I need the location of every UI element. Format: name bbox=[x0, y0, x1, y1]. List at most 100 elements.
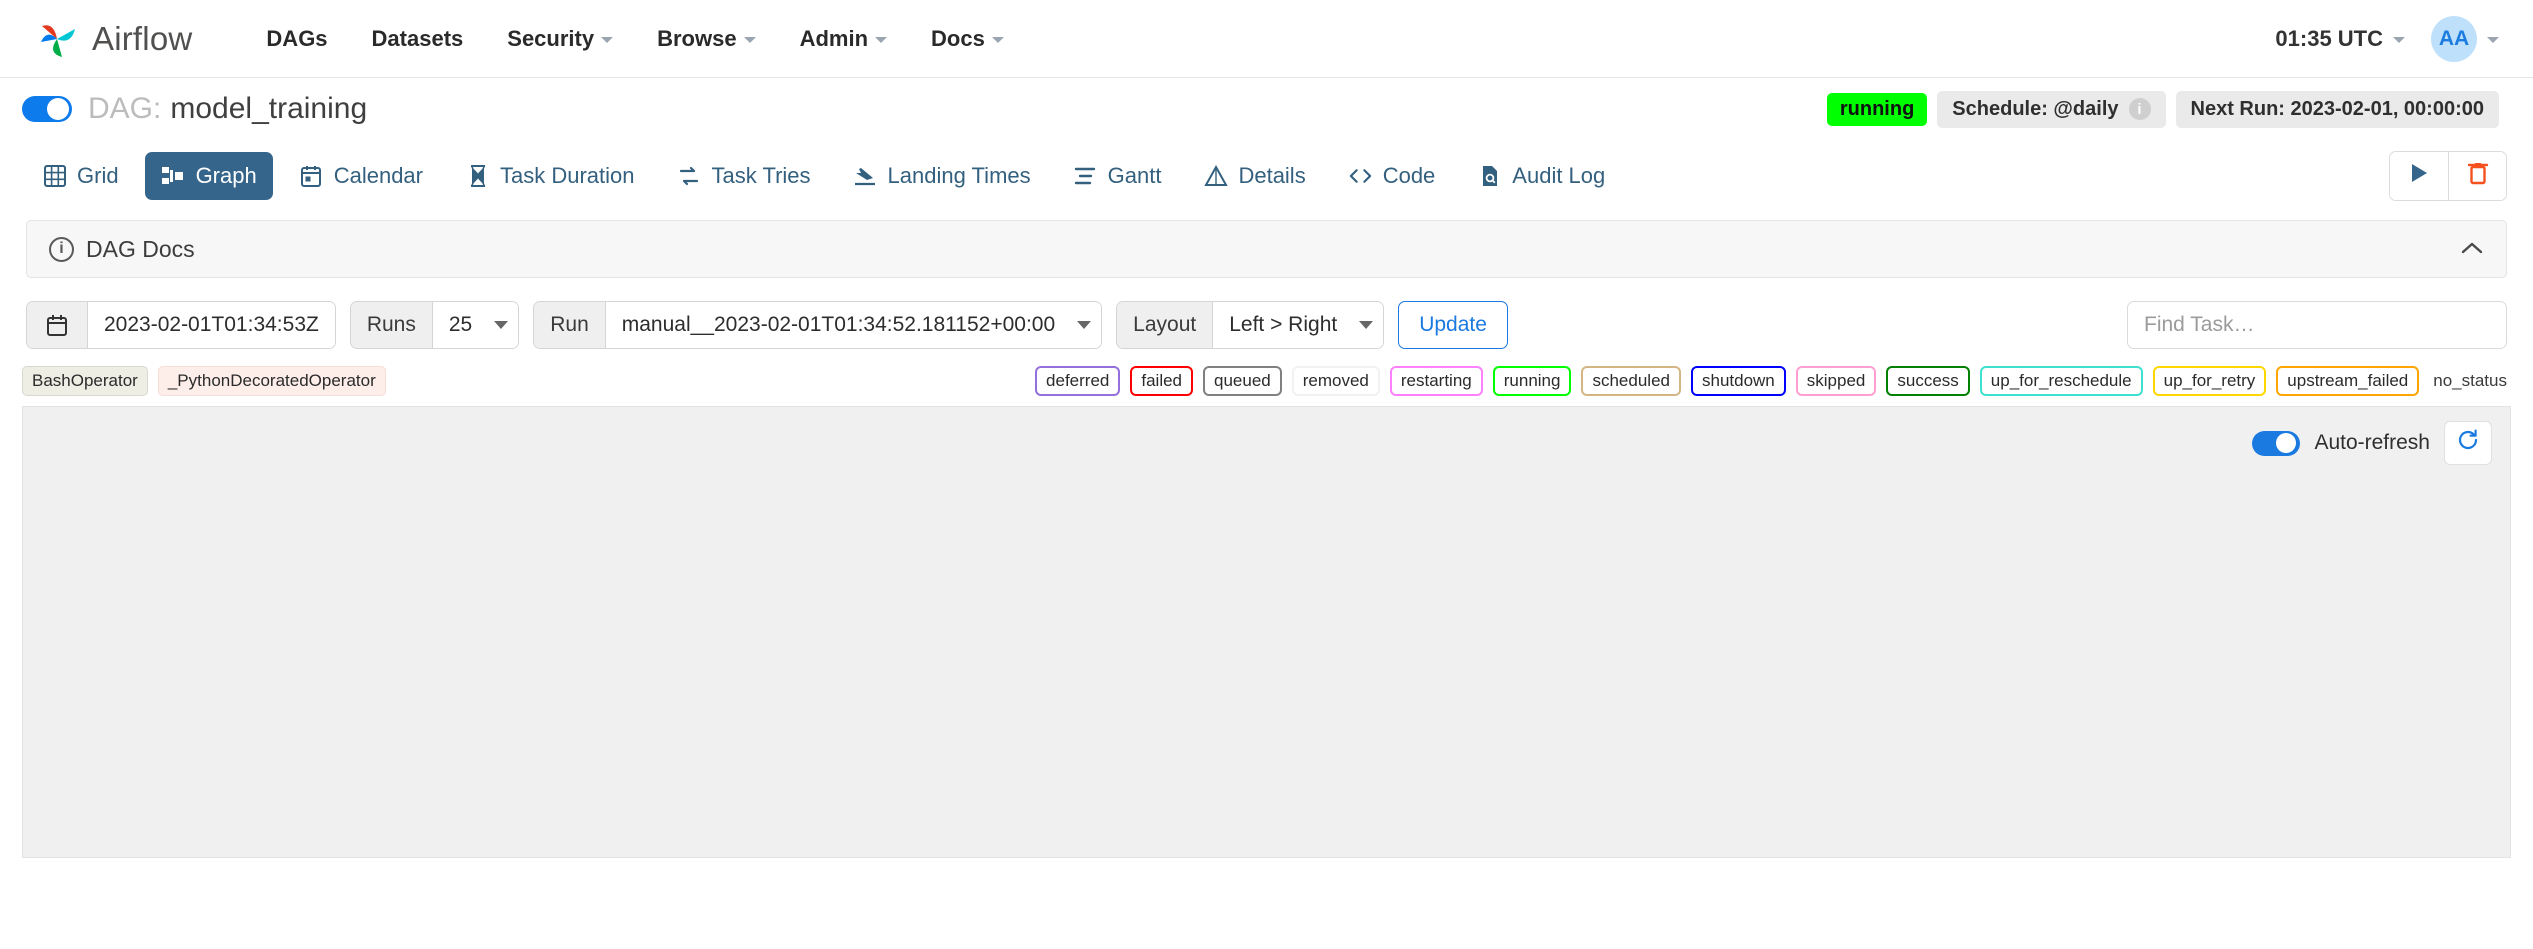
status-legend-shutdown[interactable]: shutdown bbox=[1690, 366, 1786, 396]
layout-value: Left > Right bbox=[1229, 313, 1338, 336]
dag-header: DAG: model_training running Schedule: @d… bbox=[0, 78, 2533, 140]
status-legend-label: skipped bbox=[1806, 371, 1866, 390]
navbar-right: 01:35 UTC AA bbox=[2275, 15, 2499, 62]
status-legend-label: deferred bbox=[1046, 371, 1110, 390]
nav-item-label: Docs bbox=[931, 25, 985, 51]
auto-refresh-toggle[interactable] bbox=[2252, 430, 2301, 456]
retry-icon bbox=[677, 164, 702, 189]
tab-gantt[interactable]: Gantt bbox=[1057, 152, 1178, 200]
tab-label: Audit Log bbox=[1512, 163, 1606, 188]
calendar-icon bbox=[299, 164, 324, 189]
tab-details[interactable]: Details bbox=[1187, 152, 1321, 200]
nav-item-label: DAGs bbox=[266, 25, 328, 51]
runs-value: 25 bbox=[448, 313, 473, 336]
calendar-icon bbox=[43, 313, 71, 337]
nav-item-label: Datasets bbox=[371, 25, 464, 51]
status-legend-up-for-retry[interactable]: up_for_retry bbox=[2152, 366, 2267, 396]
timezone-selector[interactable]: 01:35 UTC bbox=[2275, 26, 2405, 52]
calendar-picker-button[interactable] bbox=[27, 302, 88, 348]
status-legend-label: upstream_failed bbox=[2287, 371, 2409, 390]
status-legend-running[interactable]: running bbox=[1492, 366, 1572, 396]
status-legend-removed[interactable]: removed bbox=[1291, 366, 1380, 396]
chevron-down-icon bbox=[1359, 321, 1374, 329]
status-legend-upstream-failed[interactable]: upstream_failed bbox=[2276, 366, 2420, 396]
layout-select[interactable]: Left > Right bbox=[1213, 302, 1384, 348]
graph-canvas[interactable]: Auto-refresh load_data_from_warehouse tr… bbox=[22, 406, 2511, 858]
nav-item-label: Browse bbox=[657, 25, 737, 51]
tab-code[interactable]: Code bbox=[1332, 152, 1452, 200]
tab-label: Code bbox=[1382, 163, 1436, 188]
runs-label-text: Runs bbox=[366, 313, 416, 336]
tab-task-duration[interactable]: Task Duration bbox=[449, 152, 651, 200]
run-select[interactable]: manual__2023-02-01T01:34:52.181152+00:00 bbox=[605, 302, 1102, 348]
chevron-down-icon bbox=[743, 37, 756, 43]
tab-task-tries[interactable]: Task Tries bbox=[661, 152, 827, 200]
delete-dag-button[interactable] bbox=[2448, 152, 2506, 200]
tab-calendar[interactable]: Calendar bbox=[283, 152, 439, 200]
schedule-label: Schedule: @daily bbox=[1952, 97, 2119, 120]
status-legend-deferred[interactable]: deferred bbox=[1035, 366, 1121, 396]
refresh-button[interactable] bbox=[2444, 421, 2492, 465]
status-legend-label: restarting bbox=[1400, 371, 1472, 390]
dag-docs-panel[interactable]: i DAG Docs bbox=[26, 220, 2507, 278]
runs-group: Runs 25 bbox=[349, 301, 520, 349]
dag-docs-title: DAG Docs bbox=[86, 235, 195, 262]
graph-icon bbox=[161, 164, 186, 189]
tab-audit-log[interactable]: Audit Log bbox=[1461, 152, 1621, 200]
status-legend-up-for-reschedule[interactable]: up_for_reschedule bbox=[1979, 366, 2143, 396]
tab-label: Task Duration bbox=[500, 163, 635, 188]
nav-item-datasets[interactable]: Datasets bbox=[350, 16, 486, 62]
operator-badge[interactable]: _PythonDecoratedOperator bbox=[157, 366, 386, 396]
tab-landing-times[interactable]: Landing Times bbox=[837, 152, 1047, 200]
tab-label: Task Tries bbox=[711, 163, 811, 188]
tab-label: Landing Times bbox=[887, 163, 1031, 188]
status-legend-queued[interactable]: queued bbox=[1203, 366, 1282, 396]
base-date-group: 2023-02-01T01:34:53Z bbox=[26, 301, 336, 349]
brand-logo-link[interactable]: Airflow bbox=[34, 16, 192, 62]
search-input[interactable]: Find Task… bbox=[2127, 301, 2507, 349]
legend-row: BashOperator _PythonDecoratedOperator de… bbox=[0, 362, 2533, 406]
run-value: manual__2023-02-01T01:34:52.181152+00:00 bbox=[621, 313, 1056, 336]
status-legend-restarting[interactable]: restarting bbox=[1389, 366, 1483, 396]
status-legend-label: up_for_retry bbox=[2163, 371, 2256, 390]
status-legend-label: queued bbox=[1214, 371, 1271, 390]
tab-label: Grid bbox=[77, 163, 119, 188]
dag-pause-toggle[interactable] bbox=[22, 96, 72, 122]
chevron-up-icon[interactable] bbox=[2460, 236, 2484, 262]
base-date-input[interactable]: 2023-02-01T01:34:53Z bbox=[88, 302, 335, 348]
info-icon: i bbox=[49, 236, 74, 262]
tab-graph[interactable]: Graph bbox=[144, 152, 273, 200]
update-button[interactable]: Update bbox=[1398, 301, 1508, 349]
graph-controls: 2023-02-01T01:34:53Z Runs 25 Run manual_… bbox=[26, 288, 2507, 362]
dag-docs-header: i DAG Docs bbox=[49, 236, 195, 263]
run-group: Run manual__2023-02-01T01:34:52.181152+0… bbox=[533, 301, 1103, 349]
status-legend-label: failed bbox=[1141, 371, 1182, 390]
status-legend-success[interactable]: success bbox=[1886, 366, 1970, 396]
runs-label: Runs bbox=[350, 302, 433, 348]
nav-item-security[interactable]: Security bbox=[485, 16, 635, 62]
schedule-pill[interactable]: Schedule: @daily i bbox=[1937, 90, 2166, 128]
operator-badge[interactable]: BashOperator bbox=[22, 366, 148, 396]
trigger-dag-button[interactable] bbox=[2390, 152, 2448, 200]
runs-select[interactable]: 25 bbox=[432, 302, 519, 348]
status-legend-failed[interactable]: failed bbox=[1130, 366, 1193, 396]
airflow-pinwheel-icon bbox=[34, 16, 80, 62]
chevron-down-icon bbox=[494, 321, 509, 329]
user-menu[interactable]: AA bbox=[2431, 15, 2499, 62]
dag-name: model_training bbox=[170, 92, 368, 125]
view-tabs: Grid Graph Calendar Task Duration Task T… bbox=[0, 140, 2533, 212]
update-button-label: Update bbox=[1419, 313, 1487, 336]
status-legend-skipped[interactable]: skipped bbox=[1795, 366, 1877, 396]
status-legend-label: removed bbox=[1302, 371, 1369, 390]
nav-item-dags[interactable]: DAGs bbox=[244, 16, 349, 62]
nav-item-admin[interactable]: Admin bbox=[778, 16, 909, 62]
nav-item-docs[interactable]: Docs bbox=[909, 16, 1026, 62]
tab-grid[interactable]: Grid bbox=[26, 152, 135, 200]
brand-text: Airflow bbox=[92, 19, 193, 57]
nav-item-browse[interactable]: Browse bbox=[635, 16, 777, 62]
auto-refresh-label: Auto-refresh bbox=[2314, 431, 2430, 454]
chevron-down-icon bbox=[1077, 321, 1092, 329]
chevron-down-icon bbox=[991, 37, 1004, 43]
info-icon[interactable]: i bbox=[2128, 98, 2151, 120]
status-legend-scheduled[interactable]: scheduled bbox=[1581, 366, 1681, 396]
